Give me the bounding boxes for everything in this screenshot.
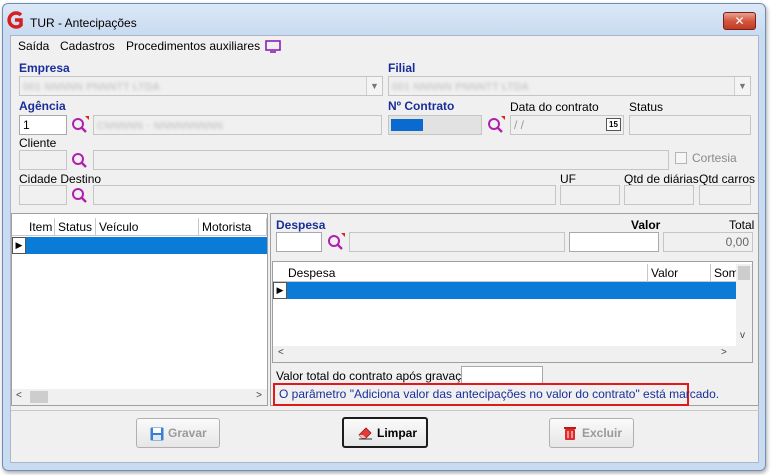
horizontal-scrollbar[interactable]: < > bbox=[12, 389, 267, 405]
search-icon[interactable] bbox=[70, 150, 90, 170]
cliente-name-field bbox=[93, 150, 669, 170]
column-header-item[interactable]: Item bbox=[26, 218, 55, 236]
contrato-input[interactable] bbox=[388, 115, 482, 135]
table-row[interactable] bbox=[285, 282, 736, 299]
despesa-grid[interactable]: Despesa Valor Som ▶ v < > bbox=[272, 261, 753, 363]
calendar-icon[interactable]: 15 bbox=[606, 118, 621, 131]
vehicle-grid-header: Item Status Veículo Motorista bbox=[12, 218, 267, 236]
horizontal-scrollbar[interactable]: < > bbox=[273, 346, 752, 362]
row-indicator-icon: ▶ bbox=[273, 282, 287, 299]
scroll-down-icon[interactable]: v bbox=[740, 330, 745, 341]
filial-label: Filial bbox=[388, 61, 416, 75]
valor-total-field bbox=[461, 366, 543, 384]
empresa-select[interactable]: 001 NNNNN PNNNTT LTDA ▼ bbox=[19, 76, 383, 96]
app-window: TUR - Antecipações ✕ Saída Cadastros Pro… bbox=[0, 0, 772, 475]
despesa-code-input[interactable] bbox=[276, 232, 322, 252]
cortesia-label: Cortesia bbox=[692, 151, 737, 165]
column-header-motorista[interactable]: Motorista bbox=[199, 218, 267, 236]
floppy-disk-icon bbox=[150, 427, 164, 441]
column-header-despesa[interactable]: Despesa bbox=[285, 264, 648, 282]
chevron-down-icon[interactable]: ▼ bbox=[734, 77, 750, 95]
agencia-name-value: CNNNNN - NNNNNNNNN bbox=[97, 121, 224, 132]
column-header-status[interactable]: Status bbox=[55, 218, 96, 236]
contrato-selection bbox=[391, 119, 423, 131]
menu-item-cadastros[interactable]: Cadastros bbox=[60, 39, 115, 53]
agencia-name-field: CNNNNN - NNNNNNNNN bbox=[93, 115, 382, 135]
cliente-code-input[interactable] bbox=[19, 150, 67, 170]
uf-label: UF bbox=[560, 172, 576, 186]
gravar-button[interactable]: Gravar bbox=[136, 418, 220, 448]
column-header-veiculo[interactable]: Veículo bbox=[96, 218, 199, 236]
status-label: Status bbox=[629, 100, 664, 114]
qtd-diarias-label: Qtd de diárias bbox=[624, 172, 699, 186]
scroll-thumb[interactable] bbox=[738, 266, 750, 280]
cidade-name-field bbox=[93, 185, 556, 205]
trash-icon bbox=[564, 427, 576, 440]
limpar-button[interactable]: Limpar bbox=[342, 417, 428, 448]
column-header-valor[interactable]: Valor bbox=[648, 264, 711, 282]
data-contrato-value: / / bbox=[514, 118, 525, 132]
scroll-right-icon[interactable]: > bbox=[721, 347, 727, 358]
vertical-scrollbar[interactable]: v bbox=[736, 264, 752, 346]
qtd-carros-label: Qtd carros bbox=[699, 172, 756, 186]
cidade-code-input[interactable] bbox=[19, 185, 67, 205]
gravar-label: Gravar bbox=[168, 426, 207, 440]
menu-item-saida[interactable]: Saída bbox=[18, 39, 49, 53]
cliente-label: Cliente bbox=[19, 136, 57, 150]
agencia-label: Agência bbox=[19, 99, 66, 113]
scroll-left-icon[interactable]: < bbox=[16, 390, 22, 401]
divider bbox=[11, 410, 759, 411]
scroll-thumb[interactable] bbox=[30, 391, 48, 403]
eraser-icon bbox=[358, 427, 372, 440]
chevron-down-icon[interactable]: ▼ bbox=[366, 77, 382, 95]
vehicle-grid[interactable]: Item Status Veículo Motorista ▶ < > bbox=[11, 213, 268, 406]
status-field bbox=[629, 115, 751, 135]
column-header-soma[interactable]: Som bbox=[711, 264, 736, 282]
search-icon[interactable] bbox=[486, 115, 506, 135]
agencia-code-input[interactable]: 1 bbox=[19, 115, 67, 135]
data-contrato-label: Data do contrato bbox=[510, 100, 599, 114]
excluir-button[interactable]: Excluir bbox=[549, 418, 634, 448]
filial-select[interactable]: 001 NNNNN PNNNTT LTDA ▼ bbox=[388, 76, 751, 96]
total-label: Total bbox=[729, 218, 755, 232]
parameter-notice: O parâmetro "Adiciona valor das antecipa… bbox=[273, 383, 719, 406]
table-row[interactable] bbox=[26, 237, 267, 254]
menu-item-procedimentos[interactable]: Procedimentos auxiliares bbox=[126, 39, 260, 53]
despesa-label: Despesa bbox=[276, 218, 326, 232]
app-logo-icon bbox=[7, 11, 23, 29]
monitor-icon[interactable] bbox=[265, 40, 281, 53]
qtd-diarias-field[interactable] bbox=[624, 185, 694, 205]
valor-input[interactable] bbox=[569, 232, 659, 252]
limpar-label: Limpar bbox=[377, 426, 418, 440]
empresa-value: 001 NNNNN PNNNTT LTDA bbox=[23, 82, 160, 93]
search-icon[interactable] bbox=[326, 232, 346, 252]
qtd-carros-field[interactable] bbox=[699, 185, 751, 205]
despesa-name-field bbox=[349, 232, 565, 252]
uf-field bbox=[560, 185, 620, 205]
row-indicator-icon: ▶ bbox=[12, 237, 26, 254]
scroll-right-icon[interactable]: > bbox=[256, 390, 262, 401]
filial-value: 001 NNNNN PNNNTT LTDA bbox=[392, 82, 529, 93]
valor-total-label: Valor total do contrato após gravação bbox=[276, 369, 475, 383]
valor-label: Valor bbox=[631, 218, 661, 232]
contrato-label: Nº Contrato bbox=[388, 99, 455, 113]
cortesia-checkbox[interactable] bbox=[675, 152, 687, 164]
search-icon[interactable] bbox=[70, 115, 90, 135]
total-field: 0,00 bbox=[663, 232, 753, 252]
data-contrato-input[interactable]: / / 15 bbox=[510, 115, 624, 135]
empresa-label: Empresa bbox=[19, 61, 70, 75]
search-icon[interactable] bbox=[70, 185, 90, 205]
excluir-label: Excluir bbox=[582, 426, 623, 440]
despesa-grid-header: Despesa Valor Som bbox=[273, 264, 752, 282]
cidade-destino-label: Cidade Destino bbox=[19, 172, 102, 186]
scroll-left-icon[interactable]: < bbox=[278, 347, 284, 358]
window-title: TUR - Antecipações bbox=[30, 16, 137, 30]
close-button[interactable]: ✕ bbox=[723, 12, 756, 30]
